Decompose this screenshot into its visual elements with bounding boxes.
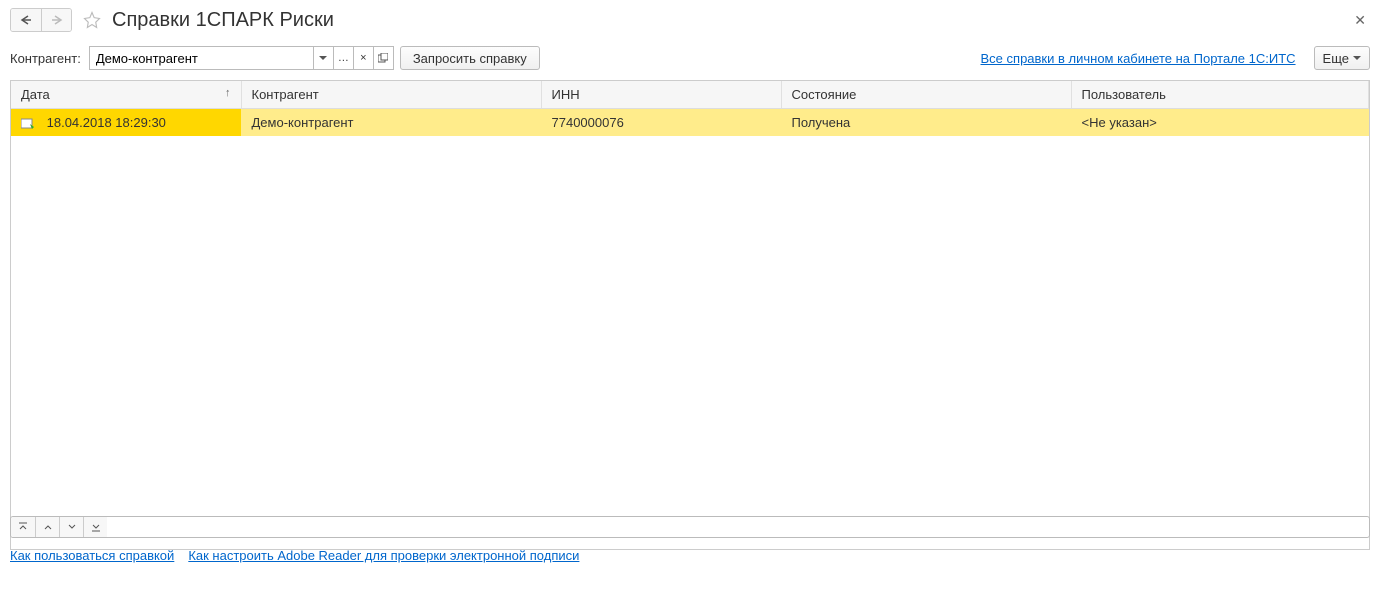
portal-link[interactable]: Все справки в личном кабинете на Портале… xyxy=(981,51,1296,66)
cell-date: 18.04.2018 18:29:30 xyxy=(47,115,166,130)
col-date[interactable]: Дата↑ xyxy=(11,81,241,109)
sort-asc-icon: ↑ xyxy=(225,87,231,99)
more-button[interactable]: Еще xyxy=(1314,46,1370,70)
scroll-buttons xyxy=(10,516,1370,538)
col-counterparty[interactable]: Контрагент xyxy=(241,81,541,109)
more-button-label: Еще xyxy=(1323,51,1349,66)
cell-status: Получена xyxy=(781,109,1071,137)
scroll-top-button[interactable] xyxy=(11,517,35,537)
clear-button[interactable]: × xyxy=(354,46,374,70)
col-user[interactable]: Пользователь xyxy=(1071,81,1369,109)
help-link[interactable]: Как пользоваться справкой xyxy=(10,548,174,563)
nav-group xyxy=(10,8,72,32)
counterparty-input-group: … × xyxy=(89,46,394,70)
data-table: Дата↑ Контрагент ИНН Состояние Пользоват… xyxy=(10,80,1370,550)
document-icon xyxy=(21,118,35,130)
col-status[interactable]: Состояние xyxy=(781,81,1071,109)
page-title: Справки 1СПАРК Риски xyxy=(112,9,334,32)
scroll-bottom-button[interactable] xyxy=(83,517,107,537)
open-button[interactable] xyxy=(374,46,394,70)
chevron-down-icon xyxy=(1353,56,1361,60)
close-icon[interactable]: ✕ xyxy=(1350,12,1370,29)
dropdown-button[interactable] xyxy=(314,46,334,70)
cell-inn: 7740000076 xyxy=(541,109,781,137)
ellipsis-button[interactable]: … xyxy=(334,46,354,70)
favorite-star-icon[interactable] xyxy=(82,10,102,30)
adobe-link[interactable]: Как настроить Adobe Reader для проверки … xyxy=(188,548,579,563)
chevron-down-icon xyxy=(319,56,327,60)
counterparty-input[interactable] xyxy=(89,46,314,70)
col-inn[interactable]: ИНН xyxy=(541,81,781,109)
scroll-up-button[interactable] xyxy=(35,517,59,537)
forward-button[interactable] xyxy=(41,9,71,31)
request-button[interactable]: Запросить справку xyxy=(400,46,540,70)
table-row[interactable]: 18.04.2018 18:29:30 Демо-контрагент 7740… xyxy=(11,109,1369,137)
cell-counterparty: Демо-контрагент xyxy=(241,109,541,137)
back-button[interactable] xyxy=(11,9,41,31)
counterparty-label: Контрагент: xyxy=(10,51,81,66)
scroll-down-button[interactable] xyxy=(59,517,83,537)
cell-user: <Не указан> xyxy=(1071,109,1369,137)
